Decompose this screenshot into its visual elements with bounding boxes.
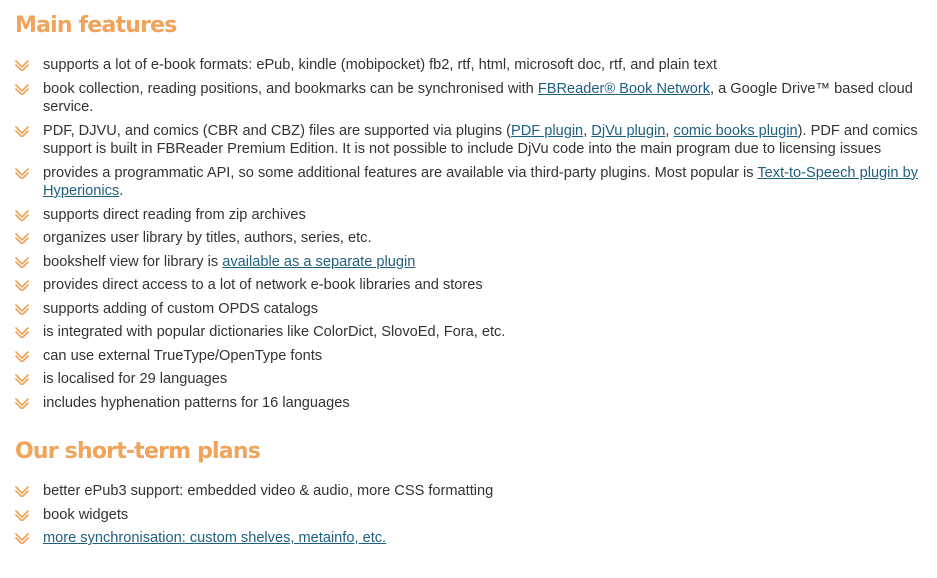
list-item: includes hyphenation patterns for 16 lan… [15, 394, 925, 413]
list-item: provides direct access to a lot of netwo… [15, 276, 925, 295]
short-term-plans-heading: Our short-term plans [15, 439, 261, 464]
checkmark-icon [15, 486, 29, 497]
item-text: organizes user library by titles, author… [43, 230, 372, 246]
list-item: book widgets [15, 506, 925, 525]
item-text: is localised for 29 languages [43, 371, 228, 387]
list-item: supports adding of custom OPDS catalogs [15, 300, 925, 319]
item-text: supports a lot of e-book formats: ePub, … [43, 57, 718, 73]
checkmark-icon [15, 280, 29, 291]
list-item: bookshelf view for library is available … [15, 253, 925, 272]
checkmark-icon [15, 533, 29, 544]
main-features-heading: Main features [15, 13, 177, 38]
inline-link[interactable]: more synchronisation: custom shelves, me… [43, 530, 386, 546]
checkmark-icon [15, 83, 29, 95]
list-item: better ePub3 support: embedded video & a… [15, 482, 925, 501]
item-text: bookshelf view for library is [43, 253, 223, 270]
checkmark-icon [15, 350, 29, 362]
item-text: , [665, 122, 674, 139]
checkmark-icon [15, 397, 29, 409]
item-text: supports adding of custom OPDS catalogs [43, 300, 318, 317]
checkmark-icon [15, 167, 29, 179]
checkmark-icon [15, 374, 29, 385]
checkmark-icon [15, 233, 29, 244]
item-text: includes hyphenation patterns for 16 lan… [43, 394, 350, 411]
inline-link[interactable]: available as a separate plugin [222, 254, 415, 270]
page-content: Main features supports a lot of e-book f… [15, 0, 925, 553]
item-text: supports direct reading from zip archive… [43, 206, 306, 223]
checkmark-icon [15, 60, 29, 71]
list-item: organizes user library by titles, author… [15, 229, 925, 248]
list-item: book collection, reading positions, and … [15, 80, 925, 117]
list-item: supports direct reading from zip archive… [15, 206, 925, 225]
item-text: can use external TrueType/OpenType fonts [43, 347, 323, 364]
item-text: book widgets [43, 506, 129, 523]
item-text: book collection, reading positions, and … [43, 80, 538, 97]
item-text: . [119, 183, 124, 199]
inline-link[interactable]: FBReader® Book Network [538, 81, 710, 97]
list-item: is integrated with popular dictionaries … [15, 323, 925, 342]
inline-link[interactable]: DjVu plugin [591, 123, 665, 139]
list-item: more synchronisation: custom shelves, me… [15, 529, 925, 548]
list-item: PDF, DJVU, and comics (CBR and CBZ) file… [15, 122, 925, 159]
checkmark-icon [15, 256, 29, 268]
main-features-list: supports a lot of e-book formats: ePub, … [15, 56, 925, 412]
inline-link[interactable]: PDF plugin [511, 123, 583, 139]
checkmark-icon [15, 327, 29, 338]
item-text: better ePub3 support: embedded video & a… [43, 483, 494, 499]
short-term-plans-list: better ePub3 support: embedded video & a… [15, 482, 925, 548]
checkmark-icon [15, 125, 29, 137]
checkmark-icon [15, 209, 29, 221]
item-text: provides direct access to a lot of netwo… [43, 277, 483, 293]
list-item: supports a lot of e-book formats: ePub, … [15, 56, 925, 75]
item-text: provides a programmatic API, so some add… [43, 164, 758, 181]
item-text: PDF, DJVU, and comics (CBR and CBZ) file… [43, 122, 511, 139]
checkmark-icon [15, 509, 29, 521]
list-item: provides a programmatic API, so some add… [15, 164, 925, 201]
checkmark-icon [15, 303, 29, 315]
item-text: is integrated with popular dictionaries … [43, 324, 506, 340]
inline-link[interactable]: comic books plugin [674, 123, 798, 139]
list-item: is localised for 29 languages [15, 370, 925, 389]
list-item: can use external TrueType/OpenType fonts [15, 347, 925, 366]
